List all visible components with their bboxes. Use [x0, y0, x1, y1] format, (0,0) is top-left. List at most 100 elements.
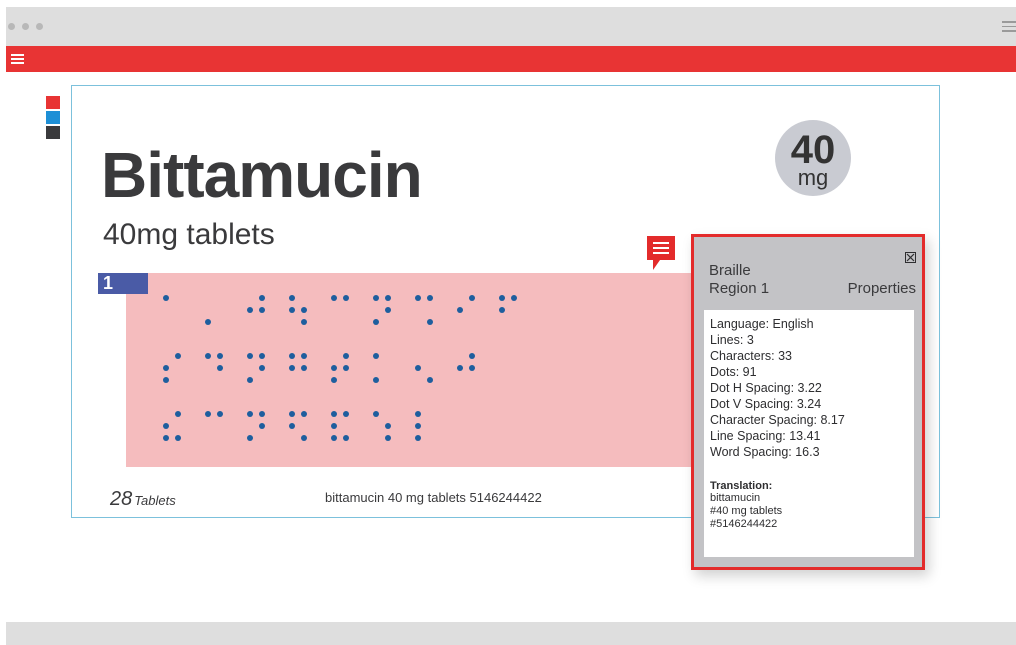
title-bar	[6, 7, 1016, 46]
hamburger-icon[interactable]	[11, 54, 24, 64]
braille-dot	[457, 307, 463, 313]
braille-dot	[259, 307, 265, 313]
braille-dot	[385, 307, 391, 313]
braille-dot	[457, 365, 463, 371]
property-line-spacing: Line Spacing: 13.41	[710, 429, 821, 443]
braille-dot	[247, 411, 253, 417]
braille-dot	[343, 353, 349, 359]
braille-dot	[259, 423, 265, 429]
comment-icon[interactable]	[647, 236, 675, 272]
braille-dot	[259, 295, 265, 301]
braille-dot	[163, 365, 169, 371]
braille-dot	[247, 435, 253, 441]
braille-dot	[247, 307, 253, 313]
braille-dot	[511, 295, 517, 301]
braille-dot	[499, 307, 505, 313]
braille-dot	[385, 295, 391, 301]
braille-dot	[163, 295, 169, 301]
braille-dot	[289, 423, 295, 429]
property-language: Language: English	[710, 317, 814, 331]
braille-dot	[289, 353, 295, 359]
braille-dot	[289, 411, 295, 417]
red-swatch[interactable]	[46, 96, 60, 109]
braille-dot	[217, 353, 223, 359]
window-dot-icon[interactable]	[36, 23, 43, 30]
tablet-count: 28 Tablets	[110, 488, 176, 511]
window-menu-icon[interactable]	[1002, 21, 1016, 33]
braille-dot	[415, 435, 421, 441]
braille-dot	[343, 365, 349, 371]
braille-dot	[259, 353, 265, 359]
braille-dot	[373, 377, 379, 383]
property-lines: Lines: 3	[710, 333, 754, 347]
braille-dot	[163, 423, 169, 429]
braille-dot	[301, 435, 307, 441]
braille-dot	[343, 435, 349, 441]
braille-dot	[373, 319, 379, 325]
braille-dot	[331, 365, 337, 371]
window-dot-icon[interactable]	[8, 23, 15, 30]
braille-dot	[331, 423, 337, 429]
braille-dot	[415, 423, 421, 429]
braille-dot	[331, 377, 337, 383]
translation-line: #5146244422	[710, 518, 778, 530]
braille-dot	[205, 353, 211, 359]
product-subtitle: 40mg tablets	[103, 218, 275, 251]
dose-badge: 40 mg	[775, 120, 851, 196]
braille-dot	[247, 377, 253, 383]
window-dot-icon[interactable]	[22, 23, 29, 30]
status-bar	[6, 622, 1016, 645]
braille-dot	[331, 411, 337, 417]
property-dot-v-spacing: Dot V Spacing: 3.24	[710, 397, 822, 411]
braille-dot	[301, 411, 307, 417]
tablet-count-number: 28	[110, 488, 133, 510]
region-number-badge[interactable]: 1	[98, 273, 148, 294]
properties-panel: Braille Region 1 Properties Language: En…	[691, 234, 925, 570]
blue-swatch[interactable]	[46, 111, 60, 124]
app-toolbar	[6, 46, 1016, 72]
braille-dot	[415, 411, 421, 417]
close-box-icon[interactable]	[905, 252, 916, 263]
braille-dot	[247, 353, 253, 359]
braille-dot	[415, 295, 421, 301]
translation-line: bittamucin	[710, 492, 761, 504]
property-characters: Characters: 33	[710, 349, 792, 363]
braille-dot	[205, 411, 211, 417]
label-footer-text: bittamucin 40 mg tablets 5146244422	[325, 490, 542, 505]
braille-dot	[259, 365, 265, 371]
braille-dot	[289, 307, 295, 313]
braille-dot	[415, 365, 421, 371]
braille-dot	[217, 365, 223, 371]
dose-unit: mg	[797, 165, 829, 190]
braille-dot	[217, 411, 223, 417]
braille-dot	[343, 295, 349, 301]
braille-dot	[301, 365, 307, 371]
property-dots: Dots: 91	[710, 365, 757, 379]
tablet-count-word: Tablets	[134, 493, 176, 508]
braille-dot	[373, 353, 379, 359]
braille-dot	[205, 319, 211, 325]
braille-dot	[163, 435, 169, 441]
braille-dots	[163, 295, 517, 441]
translation-line: #40 mg tablets	[710, 505, 783, 517]
dark-swatch[interactable]	[46, 126, 60, 139]
braille-dot	[385, 423, 391, 429]
dose-value: 40	[790, 128, 836, 172]
braille-dot	[469, 295, 475, 301]
braille-dot	[427, 319, 433, 325]
braille-dot	[175, 411, 181, 417]
properties-list: Language: English Lines: 3 Characters: 3…	[704, 310, 914, 557]
braille-dot	[469, 353, 475, 359]
braille-dot	[289, 365, 295, 371]
panel-title-region: Region 1	[709, 280, 770, 297]
braille-dot	[289, 295, 295, 301]
braille-dot	[175, 435, 181, 441]
translation-label: Translation:	[710, 480, 773, 492]
braille-dot	[163, 377, 169, 383]
braille-dot	[427, 377, 433, 383]
braille-dot	[331, 435, 337, 441]
braille-dot	[499, 295, 505, 301]
braille-dot	[259, 411, 265, 417]
braille-dot	[301, 319, 307, 325]
braille-dot	[373, 295, 379, 301]
